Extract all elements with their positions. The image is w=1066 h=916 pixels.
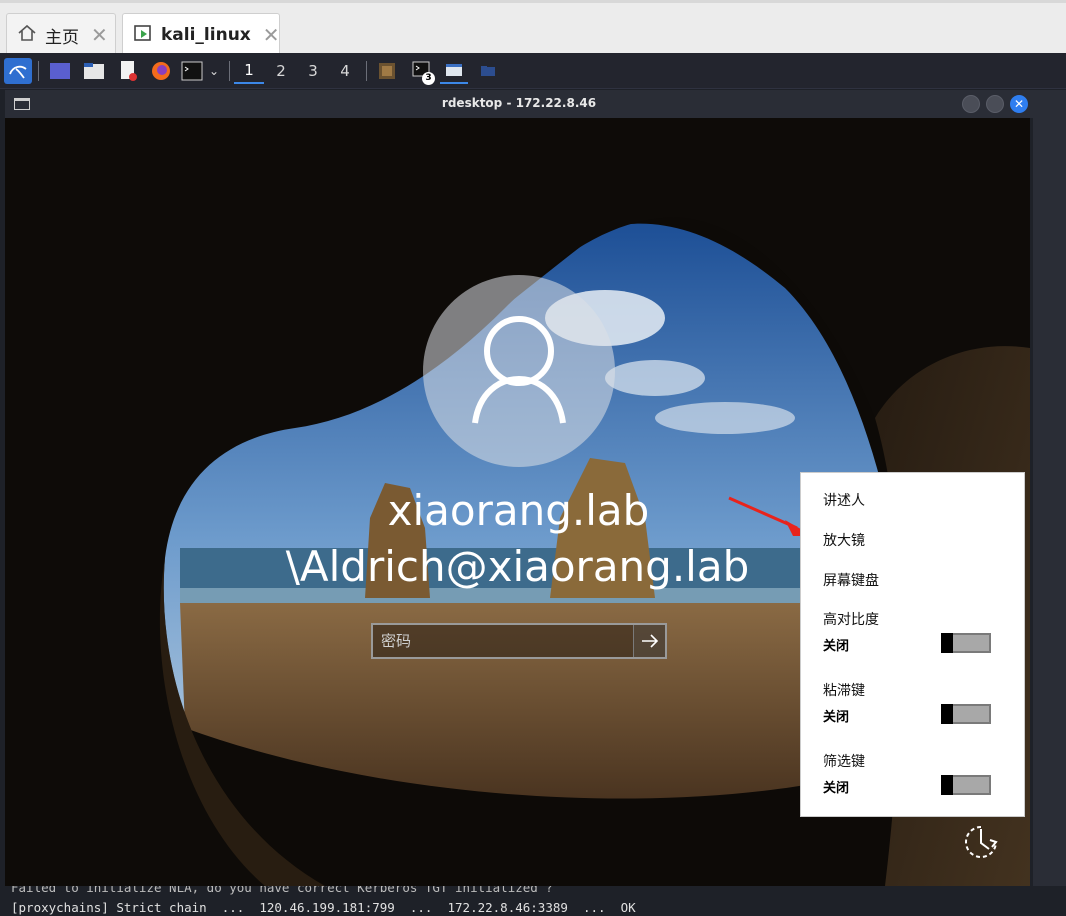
text-editor-icon[interactable] xyxy=(114,58,142,84)
menu-item-narrator[interactable]: 讲述人 xyxy=(823,490,865,510)
sticky-keys-toggle[interactable] xyxy=(941,704,991,724)
tab-kali-close-icon[interactable]: ✕ xyxy=(263,23,280,47)
menu-item-high-contrast: 高对比度 xyxy=(823,612,879,628)
terminal-output: Failed to initialize NLA, do you have co… xyxy=(0,886,1066,916)
task-count-badge: 3 xyxy=(422,72,435,85)
kali-top-panel: ⌄ 1 2 3 4 3 xyxy=(0,53,1066,89)
submit-arrow-button[interactable] xyxy=(633,625,665,657)
vm-play-icon xyxy=(133,23,153,47)
password-input[interactable] xyxy=(373,625,633,657)
high-contrast-toggle[interactable] xyxy=(941,633,991,653)
arrow-right-icon xyxy=(641,634,658,648)
terminal-icon[interactable] xyxy=(180,58,204,84)
maximize-button[interactable] xyxy=(986,95,1004,113)
task-terminal-icon[interactable]: 3 xyxy=(408,58,436,85)
ease-of-access-icon[interactable] xyxy=(962,823,1000,861)
sticky-keys-state: 关闭 xyxy=(823,710,850,725)
remote-login-screen[interactable]: xiaorang.lab \Aldrich@xiaorang.lab 讲述人 放… xyxy=(5,118,1030,886)
tab-home[interactable]: 主页 ✕ xyxy=(6,13,116,56)
filter-keys-toggle[interactable] xyxy=(941,775,991,795)
task-image-viewer-icon[interactable] xyxy=(374,58,400,84)
task-rdesktop-icon[interactable] xyxy=(440,58,468,84)
workspace-2[interactable]: 2 xyxy=(266,58,296,84)
tab-kali-linux[interactable]: kali_linux ✕ xyxy=(122,13,280,56)
file-manager-icon[interactable] xyxy=(80,58,108,84)
terminal-line-1: Failed to initialize NLA, do you have co… xyxy=(11,886,553,895)
high-contrast-state: 关闭 xyxy=(823,639,850,654)
show-desktop-icon[interactable] xyxy=(46,58,74,84)
menu-item-filter-keys: 筛选键 xyxy=(823,754,865,770)
workspace-4[interactable]: 4 xyxy=(330,58,360,84)
terminal-dropdown-chevron-icon[interactable]: ⌄ xyxy=(205,58,223,84)
workspace-3[interactable]: 3 xyxy=(298,58,328,84)
terminal-line-2: [proxychains] Strict chain ... 120.46.19… xyxy=(11,900,636,915)
menu-item-onscreen-keyboard[interactable]: 屏幕键盘 xyxy=(823,570,879,590)
menu-item-sticky-keys: 粘滞键 xyxy=(823,683,865,699)
host-tab-bar: 主页 ✕ kali_linux ✕ xyxy=(0,0,1066,56)
window-title: rdesktop - 172.22.8.46 xyxy=(441,96,597,110)
tab-home-close-icon[interactable]: ✕ xyxy=(91,23,108,47)
filter-keys-state: 关闭 xyxy=(823,781,850,796)
tab-kali-label: kali_linux xyxy=(161,25,251,45)
menu-item-magnifier[interactable]: 放大镜 xyxy=(823,530,865,550)
workspace-1[interactable]: 1 xyxy=(234,58,264,84)
ease-of-access-menu: 讲述人 放大镜 屏幕键盘 高对比度 关闭 粘滞键 关闭 筛选键 关闭 xyxy=(800,472,1025,817)
home-icon xyxy=(17,23,37,47)
password-box xyxy=(371,623,667,659)
user-silhouette-icon xyxy=(472,316,566,424)
firefox-icon[interactable] xyxy=(147,58,175,84)
rdesktop-titlebar: rdesktop - 172.22.8.46 ✕ xyxy=(5,90,1033,118)
task-folder-icon[interactable] xyxy=(474,58,502,84)
close-button[interactable]: ✕ xyxy=(1010,95,1028,113)
user-avatar xyxy=(423,275,615,467)
kali-menu-icon[interactable] xyxy=(4,58,32,84)
tab-home-label: 主页 xyxy=(45,27,79,48)
minimize-button[interactable] xyxy=(962,95,980,113)
desktop-background-strip xyxy=(1033,90,1066,890)
